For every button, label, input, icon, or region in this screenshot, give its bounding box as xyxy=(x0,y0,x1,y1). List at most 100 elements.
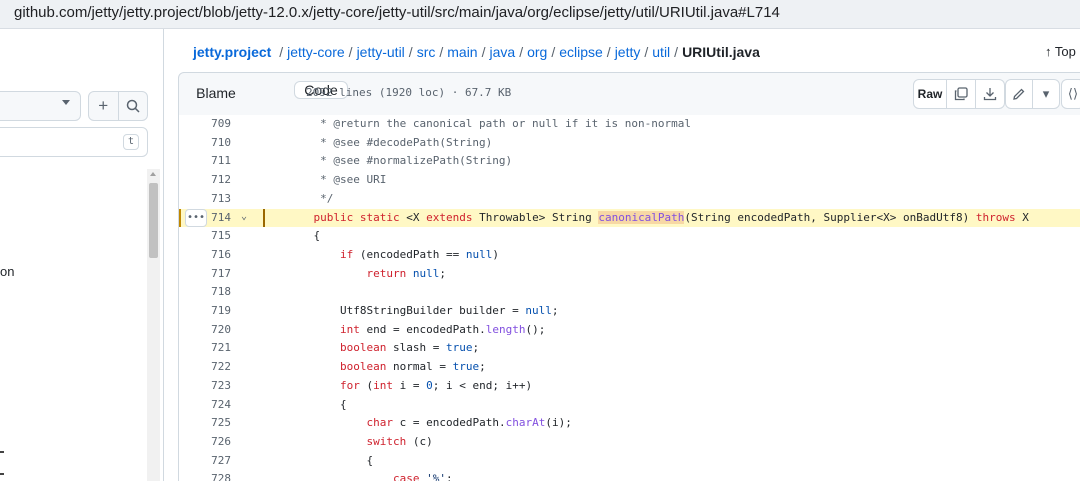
code-line[interactable]: 721 boolean slash = true; xyxy=(179,339,1080,358)
add-file-button[interactable]: + xyxy=(89,92,119,120)
edit-options-button[interactable]: ▾ xyxy=(1032,80,1059,108)
breadcrumb-link[interactable]: util xyxy=(652,44,670,60)
code-line[interactable]: 727 { xyxy=(179,452,1080,471)
line-number[interactable]: 723 xyxy=(204,379,231,392)
line-number[interactable]: 719 xyxy=(204,304,231,317)
line-number[interactable]: 715 xyxy=(204,229,231,242)
breadcrumb-repo-link[interactable]: jetty.project xyxy=(193,44,271,60)
line-number[interactable]: 728 xyxy=(204,472,231,481)
code-line[interactable]: 720 int end = encodedPath.length(); xyxy=(179,321,1080,340)
code-text: if (encodedPath == null) xyxy=(339,247,499,261)
breadcrumb-separator: / xyxy=(551,44,556,60)
line-number[interactable]: 717 xyxy=(204,267,231,280)
code-text: switch (c) xyxy=(366,434,433,448)
code-text: int end = encodedPath.length(); xyxy=(339,322,546,336)
back-to-top-button[interactable]: ↑ Top xyxy=(1045,44,1076,59)
breadcrumb-separator: / xyxy=(279,44,284,60)
code-line[interactable]: 722 boolean normal = true; xyxy=(179,358,1080,377)
code-line[interactable]: 711 * @see #normalizePath(String) xyxy=(179,152,1080,171)
sidebar-tree-item[interactable]: on xyxy=(0,264,14,279)
line-number[interactable]: 721 xyxy=(204,341,231,354)
code-line[interactable]: 719 Utf8StringBuilder builder = null; xyxy=(179,302,1080,321)
code-line[interactable]: 724 { xyxy=(179,396,1080,415)
line-number[interactable]: 714 xyxy=(204,211,231,224)
code-line[interactable]: 717 return null; xyxy=(179,265,1080,284)
breadcrumb-separator: / xyxy=(408,44,413,60)
browser-address-bar[interactable]: github.com/jetty/jetty.project/blob/jett… xyxy=(0,0,1080,29)
scrollbar-thumb[interactable] xyxy=(149,183,158,258)
line-number[interactable]: 725 xyxy=(204,416,231,429)
chevron-down-icon xyxy=(62,100,70,105)
breadcrumb-link[interactable]: main xyxy=(447,44,477,60)
search-button[interactable] xyxy=(119,92,148,120)
code-line[interactable]: 710 * @see #decodePath(String) xyxy=(179,134,1080,153)
line-number[interactable]: 716 xyxy=(204,248,231,261)
raw-button[interactable]: Raw xyxy=(914,80,946,108)
branch-selector[interactable] xyxy=(0,91,81,121)
copy-raw-button[interactable] xyxy=(946,80,975,108)
breadcrumb-separator: / xyxy=(519,44,524,60)
code-text: for (int i = 0; i < end; i++) xyxy=(339,378,533,392)
code-line[interactable]: 715 { xyxy=(179,227,1080,246)
tab-blame[interactable]: Blame xyxy=(186,79,246,107)
breadcrumb-link[interactable]: jetty xyxy=(615,44,641,60)
breadcrumb-link[interactable]: jetty-core xyxy=(287,44,345,60)
edit-button[interactable] xyxy=(1006,80,1032,108)
code-text: char c = encodedPath.charAt(i); xyxy=(366,416,572,430)
raw-actions: Raw xyxy=(913,79,1005,109)
breadcrumb: jetty.project / jetty-core / jetty-util / src… xyxy=(193,44,760,60)
line-number[interactable]: 709 xyxy=(204,117,231,130)
line-number[interactable]: 718 xyxy=(204,285,231,298)
fold-chevron-icon[interactable]: ⌄ xyxy=(241,211,247,222)
code-text: * @see URI xyxy=(287,173,387,187)
file-tree-sidebar: + t on xyxy=(0,29,164,481)
shortcut-key-badge: t xyxy=(123,134,139,150)
code-text: boolean normal = true; xyxy=(339,360,486,374)
breadcrumb-separator: / xyxy=(674,44,679,60)
line-number[interactable]: 727 xyxy=(204,454,231,467)
code-line[interactable]: 723 for (int i = 0; i < end; i++) xyxy=(179,377,1080,396)
breadcrumb-link[interactable]: org xyxy=(527,44,547,60)
download-button[interactable] xyxy=(975,80,1004,108)
copy-icon xyxy=(954,87,968,101)
top-label: Top xyxy=(1054,44,1076,59)
url-text[interactable]: github.com/jetty/jetty.project/blob/jett… xyxy=(14,4,780,21)
sidebar-scrollbar[interactable] xyxy=(147,169,160,481)
line-number[interactable]: 720 xyxy=(204,323,231,336)
code-line[interactable]: 713 */ xyxy=(179,190,1080,209)
code-line[interactable]: 726 switch (c) xyxy=(179,433,1080,452)
line-number[interactable]: 713 xyxy=(204,192,231,205)
line-number[interactable]: 722 xyxy=(204,360,231,373)
breadcrumb-link[interactable]: java xyxy=(490,44,516,60)
selected-line-marker xyxy=(263,208,265,228)
highlight-edge xyxy=(179,208,181,228)
line-number[interactable]: 710 xyxy=(204,136,231,149)
line-number[interactable]: 712 xyxy=(204,173,231,186)
breadcrumb-link[interactable]: eclipse xyxy=(559,44,603,60)
code-line[interactable]: 725 char c = encodedPath.charAt(i); xyxy=(179,414,1080,433)
code-line[interactable]: 709 * @return the canonical path or null… xyxy=(179,115,1080,134)
go-to-file-input[interactable]: t xyxy=(0,127,148,157)
breadcrumb-link[interactable]: src xyxy=(417,44,436,60)
breadcrumb-separator: / xyxy=(348,44,353,60)
code-line[interactable]: ••• ⌄ 714 public static <X extends Throwab… xyxy=(179,208,1080,228)
breadcrumb-link[interactable]: jetty-util xyxy=(357,44,405,60)
code-line[interactable]: 718 xyxy=(179,283,1080,302)
code-line[interactable]: 712 * @see URI xyxy=(179,171,1080,190)
line-number[interactable]: 711 xyxy=(204,154,231,167)
code-text: { xyxy=(287,397,347,411)
line-number[interactable]: 724 xyxy=(204,398,231,411)
code-line[interactable]: 716 if (encodedPath == null) xyxy=(179,246,1080,265)
code-text: case '%': xyxy=(392,472,453,481)
code-text: boolean slash = true; xyxy=(339,341,480,355)
line-number[interactable]: 726 xyxy=(204,435,231,448)
breadcrumb-current-file: URIUtil.java xyxy=(682,44,760,60)
pencil-icon xyxy=(1013,88,1025,100)
symbols-button[interactable]: ⟨⟩ xyxy=(1061,79,1080,109)
code-text: * @return the canonical path or null if … xyxy=(287,117,691,130)
code-line[interactable]: 728 case '%': xyxy=(179,470,1080,481)
code-view: 709 * @return the canonical path or null… xyxy=(178,115,1080,481)
breadcrumb-separator: / xyxy=(481,44,486,60)
download-icon xyxy=(983,88,997,101)
scroll-up-arrow-icon[interactable] xyxy=(150,172,156,176)
